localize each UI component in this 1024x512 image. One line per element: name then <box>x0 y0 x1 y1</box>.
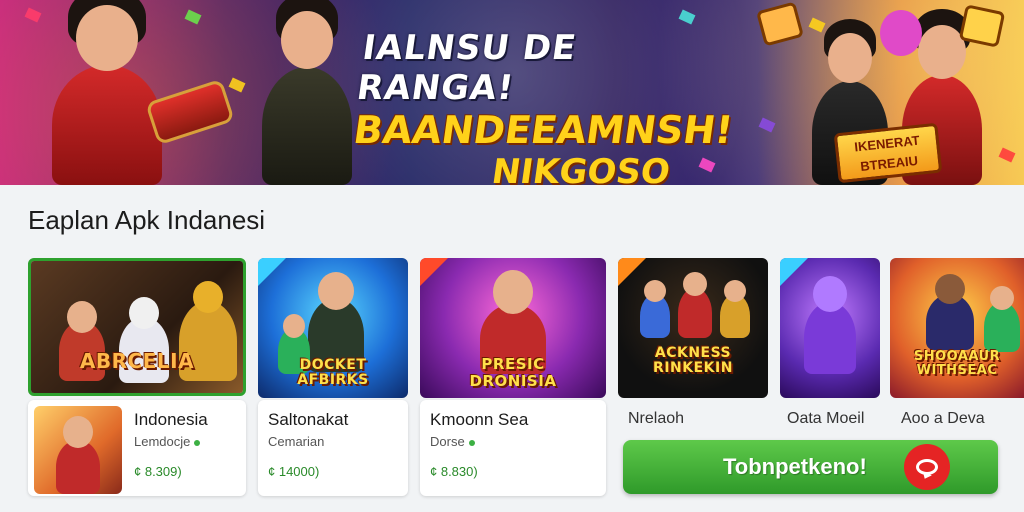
app-price: ¢ 8.830) <box>430 464 478 479</box>
app-subtitle: Dorse <box>430 434 475 449</box>
character-figure <box>926 274 974 350</box>
game-card-1[interactable]: ABRCELIA <box>28 258 246 396</box>
hero-character-second <box>262 0 352 185</box>
status-dot-icon <box>194 439 201 446</box>
featured-app-panel[interactable]: Indonesia Lemdocje ¢ 8.309) <box>28 400 246 496</box>
app-panel[interactable]: Kmoonn Sea Dorse ¢ 8.830) <box>420 400 606 496</box>
new-tag-icon <box>258 258 286 286</box>
app-name[interactable]: Nrelaoh <box>628 410 684 428</box>
game-card-title: ACKNESS RINKEKIN <box>653 345 733 376</box>
app-panel[interactable]: Saltonakat Cemarian ¢ 14000) <box>258 400 408 496</box>
character-figure <box>804 276 856 374</box>
game-card-2[interactable]: DOCKET AFBIRKS <box>258 258 408 398</box>
character-figure <box>720 280 750 338</box>
app-subtitle: Lemdocje <box>134 434 201 449</box>
mascot-icon <box>880 10 922 56</box>
character-figure <box>640 280 670 338</box>
game-card-title: SHOOAAUR WITHSEAC <box>913 349 1001 378</box>
game-card-title: PRESIC DRONISIA <box>469 355 557 390</box>
hot-tag-icon <box>420 258 448 286</box>
character-figure <box>984 286 1020 352</box>
tag-icon <box>618 258 646 286</box>
game-card-3[interactable]: PRESIC DRONISIA <box>420 258 606 398</box>
hero-character-left <box>52 0 162 185</box>
banner-headline: IALNSU DE RANGA! BAANDEEAMNSH! NIKGOSO <box>351 28 736 185</box>
game-card-6[interactable]: SHOOAAUR WITHSEAC <box>890 258 1024 398</box>
hammer-icon <box>145 78 235 146</box>
app-name: Indonesia <box>134 410 208 429</box>
character-figure <box>678 272 712 338</box>
banner-line-1: IALNSU DE RANGA! <box>354 28 580 108</box>
app-store-page: IALNSU DE RANGA! BAANDEEAMNSH! NIKGOSO I… <box>0 0 1024 512</box>
tag-icon <box>780 258 808 286</box>
app-name[interactable]: Oata Moeil <box>787 410 864 428</box>
section-title: Eaplan Apk Indanesi <box>28 205 266 235</box>
app-name: Kmoonn Sea <box>430 410 529 429</box>
app-name: Saltonakat <box>268 410 349 429</box>
banner-line-3: NIKGOSO <box>489 152 673 185</box>
confetti-decoration <box>184 9 202 25</box>
game-card-4[interactable]: ACKNESS RINKEKIN <box>618 258 768 398</box>
download-button-label: Tobnpetkeno! <box>723 454 867 479</box>
treasure-box-icon <box>756 1 804 47</box>
confetti-decoration <box>228 77 246 93</box>
app-price: ¢ 8.309) <box>134 464 182 479</box>
confetti-decoration <box>998 147 1016 163</box>
confetti-decoration <box>758 117 776 133</box>
app-subtitle: Cemarian <box>268 434 325 449</box>
confetti-decoration <box>24 7 42 23</box>
app-price: ¢ 14000) <box>268 464 320 479</box>
confetti-decoration <box>808 17 826 33</box>
game-card-title: DOCKET AFBIRKS <box>297 357 369 388</box>
promo-banner[interactable]: IALNSU DE RANGA! BAANDEEAMNSH! NIKGOSO I… <box>0 0 1024 185</box>
banner-line-2: BAANDEEAMNSH! <box>350 108 736 152</box>
status-dot-icon <box>468 439 475 446</box>
game-card-title: ABRCELIA <box>79 349 195 373</box>
download-button[interactable]: Tobnpetkeno! <box>623 440 998 494</box>
app-thumbnail <box>34 406 122 494</box>
banner-sign-text: IKENERAT BTREAIU <box>853 132 921 174</box>
game-card-5[interactable] <box>780 258 880 398</box>
app-name[interactable]: Aoo a Deva <box>901 410 985 428</box>
confetti-decoration <box>678 9 696 25</box>
chat-bubble-icon <box>904 444 950 490</box>
